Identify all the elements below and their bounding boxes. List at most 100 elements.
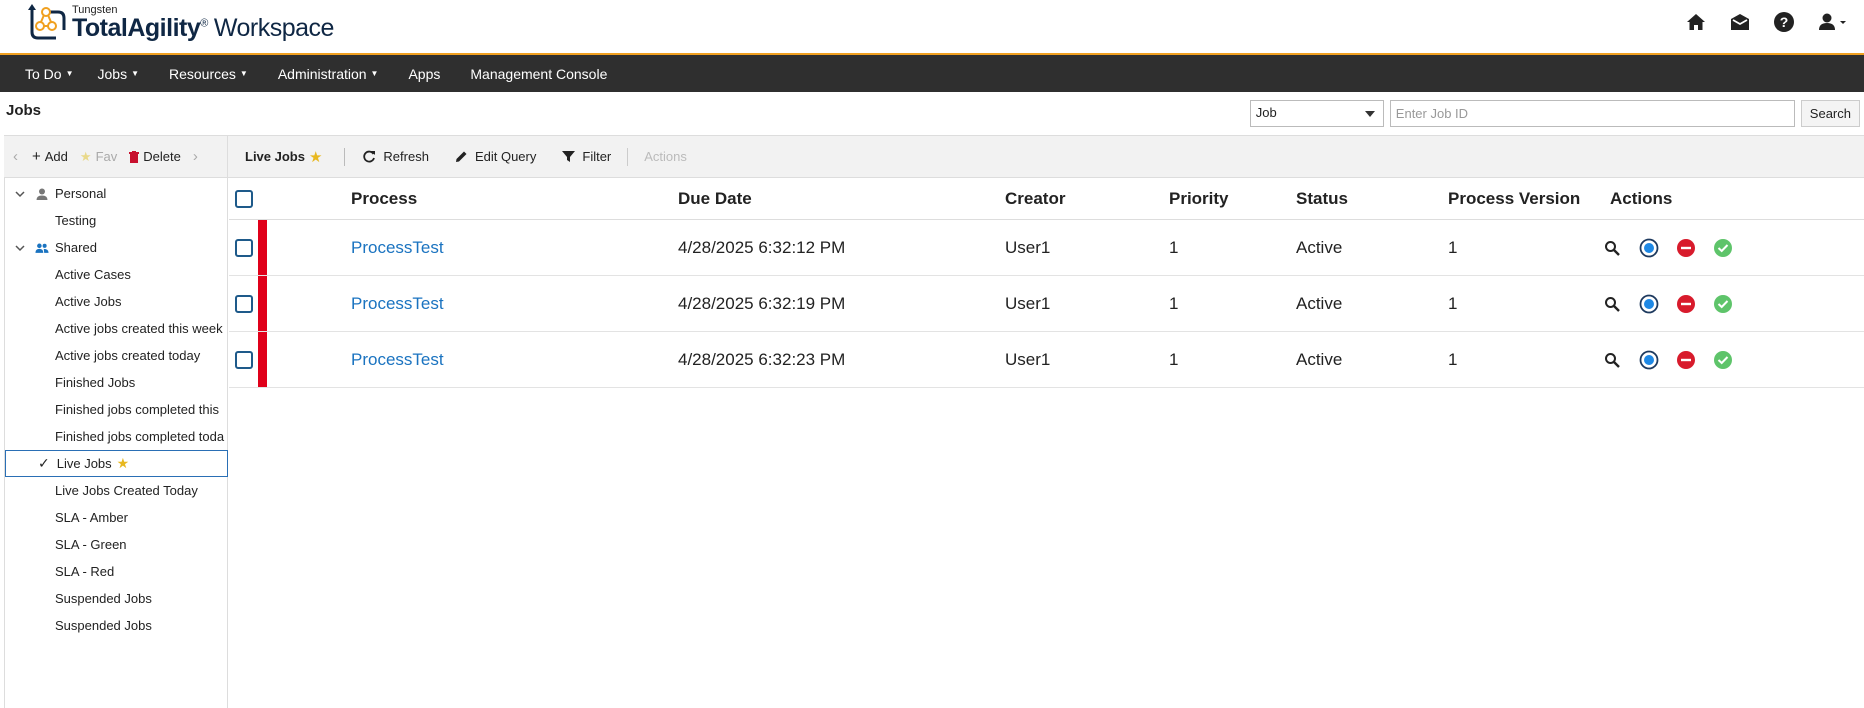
sidebar-item-label: Active Jobs	[55, 294, 122, 309]
nav-apps-label: Apps	[408, 65, 441, 82]
select-all-checkbox[interactable]	[235, 189, 253, 208]
user-menu-icon[interactable]	[1816, 10, 1850, 34]
nav-administration[interactable]: Administration ▼	[266, 55, 391, 92]
sidebar-item-active-cases[interactable]: Active Cases	[5, 261, 227, 288]
sidebar-item-active-jobs-week[interactable]: Active jobs created this week	[5, 315, 227, 342]
sidebar-item-finished-jobs-week[interactable]: Finished jobs completed this	[5, 396, 227, 423]
process-link[interactable]: ProcessTest	[351, 350, 444, 370]
sidebar-item-live-jobs[interactable]: ✓ Live Jobs ★	[5, 450, 228, 477]
inbox-icon[interactable]	[1728, 10, 1752, 34]
actions-button[interactable]: Actions	[644, 149, 687, 164]
col-priority[interactable]: Priority	[1169, 189, 1229, 209]
row-actions	[1602, 350, 1733, 370]
complete-icon[interactable]	[1713, 350, 1733, 370]
sidebar-item-finished-jobs-today[interactable]: Finished jobs completed toda	[5, 423, 227, 450]
nav-apps[interactable]: Apps	[396, 55, 452, 92]
chevron-down-icon: ▼	[370, 69, 379, 78]
edit-query-button[interactable]: Edit Query	[455, 149, 536, 164]
fav-label: Fav	[95, 149, 118, 164]
sidebar-item-sla-amber[interactable]: SLA - Amber	[5, 504, 227, 531]
process-link[interactable]: ProcessTest	[351, 294, 444, 314]
nav-management-console[interactable]: Management Console	[458, 55, 619, 92]
row-checkbox[interactable]	[235, 294, 253, 313]
sidebar-item-label: SLA - Amber	[55, 510, 128, 525]
stop-icon[interactable]	[1676, 350, 1696, 370]
nav-management-console-label: Management Console	[470, 65, 608, 82]
job-id-input[interactable]	[1389, 100, 1795, 127]
delete-label: Delete	[143, 149, 181, 164]
nav-administration-label: Administration	[277, 65, 367, 82]
sidebar-item-label: Finished jobs completed toda	[55, 429, 225, 444]
col-actions: Actions	[1610, 188, 1673, 208]
scroll-left-icon[interactable]: ‹	[13, 148, 18, 165]
col-creator[interactable]: Creator	[1005, 189, 1065, 209]
nav-jobs[interactable]: Jobs ▼	[86, 55, 152, 92]
col-status[interactable]: Status	[1296, 189, 1348, 209]
logo-mark-icon	[28, 4, 66, 40]
search-button[interactable]: Search	[1800, 100, 1860, 127]
sidebar-item-testing[interactable]: Testing	[5, 207, 227, 234]
magnifier-icon[interactable]	[1602, 238, 1622, 258]
scroll-right-icon[interactable]: ›	[193, 148, 198, 165]
sidebar-item-active-jobs-today[interactable]: Active jobs created today	[5, 342, 227, 369]
target-icon[interactable]	[1639, 350, 1659, 370]
sidebar-item-sla-green[interactable]: SLA - Green	[5, 531, 227, 558]
col-process[interactable]: Process	[351, 189, 417, 209]
priority-flag	[258, 332, 267, 387]
stop-icon[interactable]	[1676, 294, 1696, 314]
complete-icon[interactable]	[1713, 294, 1733, 314]
people-icon	[35, 243, 49, 253]
stop-icon[interactable]	[1676, 238, 1696, 258]
tree-group-shared[interactable]: Shared	[5, 234, 227, 261]
sidebar-item-suspended-jobs-2[interactable]: Suspended Jobs	[5, 612, 227, 639]
col-due-date[interactable]: Due Date	[678, 189, 752, 209]
refresh-button[interactable]: Refresh	[363, 149, 429, 164]
star-icon: ★	[79, 148, 92, 164]
col-process-version[interactable]: Process Version	[1448, 189, 1580, 209]
tree-group-label: Personal	[55, 186, 107, 201]
app-logo[interactable]: Tungsten TotalAgility® Workspace	[26, 2, 334, 46]
row-checkbox[interactable]	[235, 238, 253, 257]
magnifier-icon[interactable]	[1602, 350, 1622, 370]
sidebar-item-active-jobs[interactable]: Active Jobs	[5, 288, 227, 315]
edit-query-label: Edit Query	[474, 149, 537, 164]
chevron-down-icon	[15, 244, 25, 251]
dropdown-arrow-icon	[1364, 111, 1375, 117]
magnifier-icon[interactable]	[1602, 294, 1622, 314]
row-checkbox[interactable]	[235, 350, 253, 369]
main-nav: To Do ▼ Jobs ▼ Resources ▼ Administration ▼ …	[0, 55, 1864, 92]
sidebar-item-live-jobs-today[interactable]: Live Jobs Created Today	[5, 477, 227, 504]
current-view-label: Live Jobs ★	[245, 148, 322, 166]
sidebar-item-label: Finished jobs completed this	[55, 402, 220, 417]
plus-icon: +	[32, 148, 41, 165]
nav-todo[interactable]: To Do ▼	[13, 55, 86, 92]
target-icon[interactable]	[1639, 238, 1659, 258]
table-row[interactable]: ProcessTest 4/28/2025 6:32:19 PM User1 1…	[229, 276, 1864, 332]
nav-resources[interactable]: Resources ▼	[157, 55, 260, 92]
target-icon[interactable]	[1639, 294, 1659, 314]
due-date-cell: 4/28/2025 6:32:23 PM	[678, 349, 846, 369]
priority-cell: 1	[1169, 237, 1179, 257]
filter-label: Filter	[582, 149, 612, 164]
process-link[interactable]: ProcessTest	[351, 238, 444, 258]
sidebar-toolbar: ‹ + Add ★ Fav Delete ›	[4, 136, 228, 177]
complete-icon[interactable]	[1713, 238, 1733, 258]
home-icon[interactable]	[1684, 10, 1708, 34]
sidebar-item-suspended-jobs[interactable]: Suspended Jobs	[5, 585, 227, 612]
search-type-value: Job	[1255, 105, 1277, 120]
delete-button[interactable]: Delete	[129, 149, 181, 164]
filter-button[interactable]: Filter	[562, 149, 611, 164]
sidebar-item-label: Finished Jobs	[55, 375, 136, 390]
sidebar-item-sla-red[interactable]: SLA - Red	[5, 558, 227, 585]
add-button[interactable]: + Add	[32, 148, 68, 165]
status-cell: Active	[1296, 237, 1343, 257]
table-row[interactable]: ProcessTest 4/28/2025 6:32:23 PM User1 1…	[229, 332, 1864, 388]
fav-button[interactable]: ★ Fav	[80, 149, 117, 165]
sidebar-item-label: Active jobs created this week	[55, 321, 223, 336]
table-row[interactable]: ProcessTest 4/28/2025 6:32:12 PM User1 1…	[229, 220, 1864, 276]
search-type-select[interactable]: Job	[1249, 100, 1384, 127]
sidebar-item-finished-jobs[interactable]: Finished Jobs	[5, 369, 227, 396]
row-actions	[1602, 238, 1733, 258]
tree-group-personal[interactable]: Personal	[5, 180, 227, 207]
help-icon[interactable]: ?	[1772, 10, 1796, 34]
